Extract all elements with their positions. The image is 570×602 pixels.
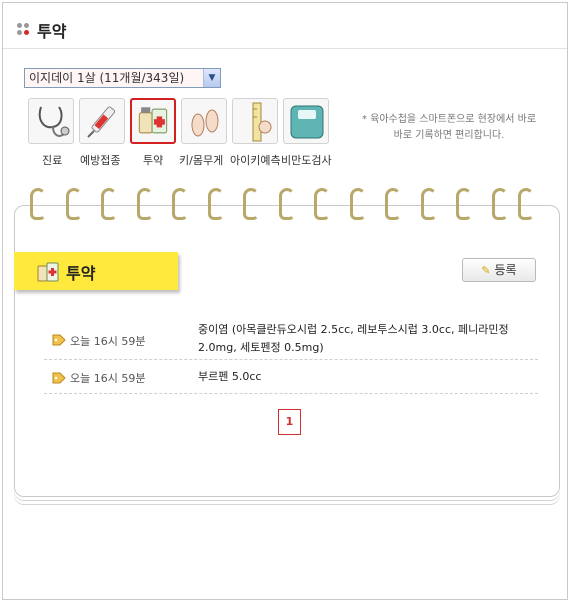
menu-label-height-weight: 키/몸무게 — [179, 154, 224, 167]
bullet-dots-icon — [17, 23, 31, 37]
menu-item-height-weight[interactable] — [181, 98, 227, 144]
menu-label-treatment: 진료 — [42, 154, 63, 167]
child-select[interactable]: 이지데이 1살 (11개월/343일) ▼ — [24, 68, 221, 88]
syringe-icon — [87, 106, 116, 138]
footprint-icon — [191, 109, 219, 137]
section-tab: 투약 — [14, 252, 178, 290]
menu-label-height-prediction: 아이키예측 — [230, 154, 281, 167]
menu-item-treatment[interactable] — [28, 98, 74, 144]
medicine-icon — [138, 107, 168, 134]
chevron-down-icon[interactable]: ▼ — [203, 69, 220, 87]
spiral-binding — [30, 188, 540, 224]
menu-item-obesity-test[interactable] — [283, 98, 329, 144]
tag-icon — [52, 372, 66, 384]
section-title: 투약 — [66, 264, 96, 283]
pagination-page-current[interactable]: 1 — [278, 409, 301, 435]
record-detail: 중이염 (아목클란듀오시럽 2.5cc, 레보투스시럽 3.0cc, 페니라민정… — [198, 323, 509, 354]
help-note: * 육아수첩을 스마트폰으로 현장에서 바로 바로 기록하면 편리합니다. — [361, 114, 537, 141]
pencil-icon: ✎ — [481, 264, 491, 277]
page-header: 투약 — [3, 3, 567, 49]
tag-icon — [52, 334, 66, 346]
list-item[interactable]: 오늘 16시 59분 중이염 (아목클란듀오시럽 2.5cc, 레보투스시럽 3… — [44, 318, 538, 360]
menu-item-vaccination[interactable] — [79, 98, 125, 144]
medicine-icon — [37, 262, 59, 282]
register-button[interactable]: ✎ 등록 — [462, 258, 536, 282]
child-select-value: 이지데이 1살 (11개월/343일) — [29, 71, 185, 85]
page-title: 투약 — [37, 22, 67, 41]
menu-label-vaccination: 예방접종 — [80, 154, 121, 167]
record-time: 오늘 16시 59분 — [70, 335, 146, 348]
menu-item-medication[interactable] — [130, 98, 176, 144]
record-time: 오늘 16시 59분 — [70, 372, 146, 385]
register-label: 등록 — [494, 263, 517, 277]
menu-item-height-prediction[interactable] — [232, 98, 278, 144]
stethoscope-icon — [38, 106, 70, 137]
record-detail: 부르펜 5.0cc — [198, 370, 262, 383]
menu-label-obesity-test: 비만도검사 — [281, 154, 332, 167]
menu-label-medication: 투약 — [143, 154, 164, 167]
scale-icon — [290, 105, 324, 139]
list-item[interactable]: 오늘 16시 59분 부르펜 5.0cc — [44, 360, 538, 394]
height-chart-icon — [252, 102, 272, 142]
